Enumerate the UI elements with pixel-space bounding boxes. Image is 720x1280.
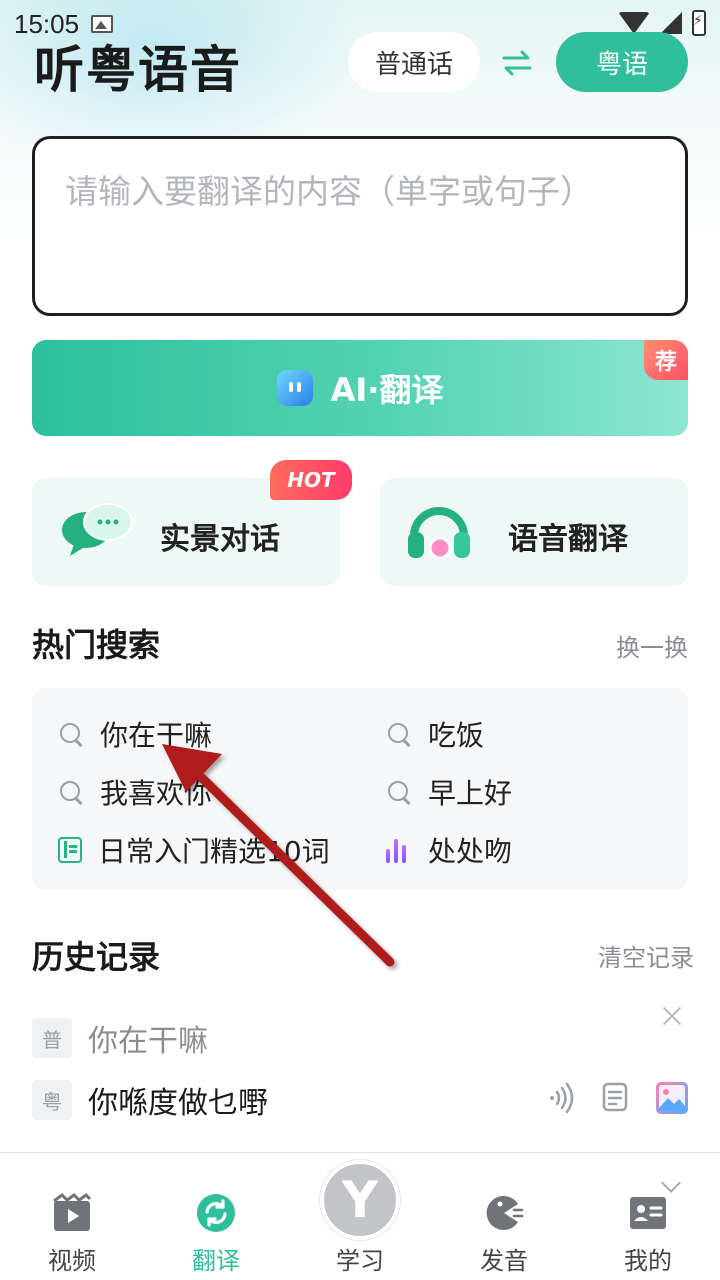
tab-pronounce-label: 发音 (480, 1247, 528, 1275)
y-logo-icon[interactable]: Y (320, 1160, 400, 1240)
ai-translate-button[interactable]: AI·翻译 荐 (32, 340, 688, 436)
tab-translate[interactable]: 翻译 (144, 1153, 288, 1280)
search-icon (386, 721, 412, 747)
app-title: 听粤语音 (34, 41, 242, 99)
audio-bars-icon (386, 837, 412, 863)
search-icon (58, 779, 84, 805)
profile-card-icon (630, 1197, 666, 1229)
hot-search-item[interactable]: 处处吻 (386, 830, 512, 870)
recommend-badge: 荐 (644, 340, 688, 380)
tab-video[interactable]: 视频 (0, 1153, 144, 1280)
voice-translate-card[interactable]: 语音翻译 (380, 478, 688, 586)
tab-learn-label: 学习 (336, 1247, 384, 1275)
hot-search-title: 热门搜索 (32, 626, 161, 664)
translate-input[interactable] (65, 165, 655, 287)
hot-search-item[interactable]: 吃饭 (386, 714, 484, 754)
target-language-button[interactable]: 粤语 (556, 32, 688, 92)
tab-translate-label: 翻译 (192, 1247, 240, 1275)
wifi-icon (618, 12, 650, 34)
copy-icon[interactable] (598, 1080, 634, 1116)
hot-search-text: 早上好 (428, 777, 513, 810)
history-target-text: 你喺度做乜嘢 (88, 1086, 268, 1121)
history-source-text: 你在干嘛 (88, 1024, 208, 1059)
hot-search-text: 吃饭 (428, 719, 485, 752)
tab-video-label: 视频 (48, 1247, 96, 1275)
battery-icon (692, 10, 706, 36)
clear-history-button[interactable]: 清空记录 (598, 938, 694, 973)
pronounce-icon (486, 1196, 524, 1230)
translate-icon (197, 1194, 235, 1232)
tab-profile[interactable]: 我的 (576, 1153, 720, 1280)
history-source-row[interactable]: 普 你在干嘛 (32, 1016, 208, 1060)
book-icon (58, 837, 82, 863)
image-share-icon[interactable] (654, 1080, 690, 1116)
hot-search-text: 你在干嘛 (100, 719, 213, 752)
cantonese-tag: 粤 (32, 1080, 72, 1120)
history-target-row[interactable]: 粤 你喺度做乜嘢 (32, 1078, 268, 1122)
refresh-button[interactable]: 换一换 (616, 628, 688, 663)
hot-search-text: 处处吻 (428, 835, 513, 868)
translate-input-box[interactable] (32, 136, 688, 316)
search-icon (58, 721, 84, 747)
hot-search-item[interactable]: 你在干嘛 (58, 714, 212, 754)
delete-history-icon[interactable] (660, 1004, 684, 1028)
scene-dialogue-label: 实景对话 (160, 522, 280, 557)
headset-icon (408, 507, 470, 560)
swap-language-icon[interactable] (500, 48, 534, 78)
hot-search-item[interactable]: 早上好 (386, 772, 512, 812)
search-icon (386, 779, 412, 805)
hot-search-text: 日常入门精选10词 (98, 835, 330, 868)
hot-badge: HOT (270, 460, 352, 500)
tab-profile-label: 我的 (624, 1247, 672, 1275)
hot-search-item[interactable]: 我喜欢你 (58, 772, 212, 812)
video-icon (53, 1193, 92, 1231)
mandarin-tag: 普 (32, 1018, 72, 1058)
signal-icon (660, 12, 682, 34)
source-language-button[interactable]: 普通话 (348, 32, 480, 92)
tab-pronounce[interactable]: 发音 (432, 1153, 576, 1280)
hot-search-item[interactable]: 日常入门精选10词 (58, 830, 330, 870)
hot-search-text: 我喜欢你 (100, 777, 213, 810)
history-title: 历史记录 (32, 938, 161, 976)
voice-translate-label: 语音翻译 (508, 522, 628, 557)
chat-bubble-icon (62, 503, 133, 556)
speaker-icon[interactable] (544, 1080, 580, 1116)
ai-translate-label: AI·翻译 (330, 371, 444, 409)
ai-bot-icon (276, 370, 313, 406)
